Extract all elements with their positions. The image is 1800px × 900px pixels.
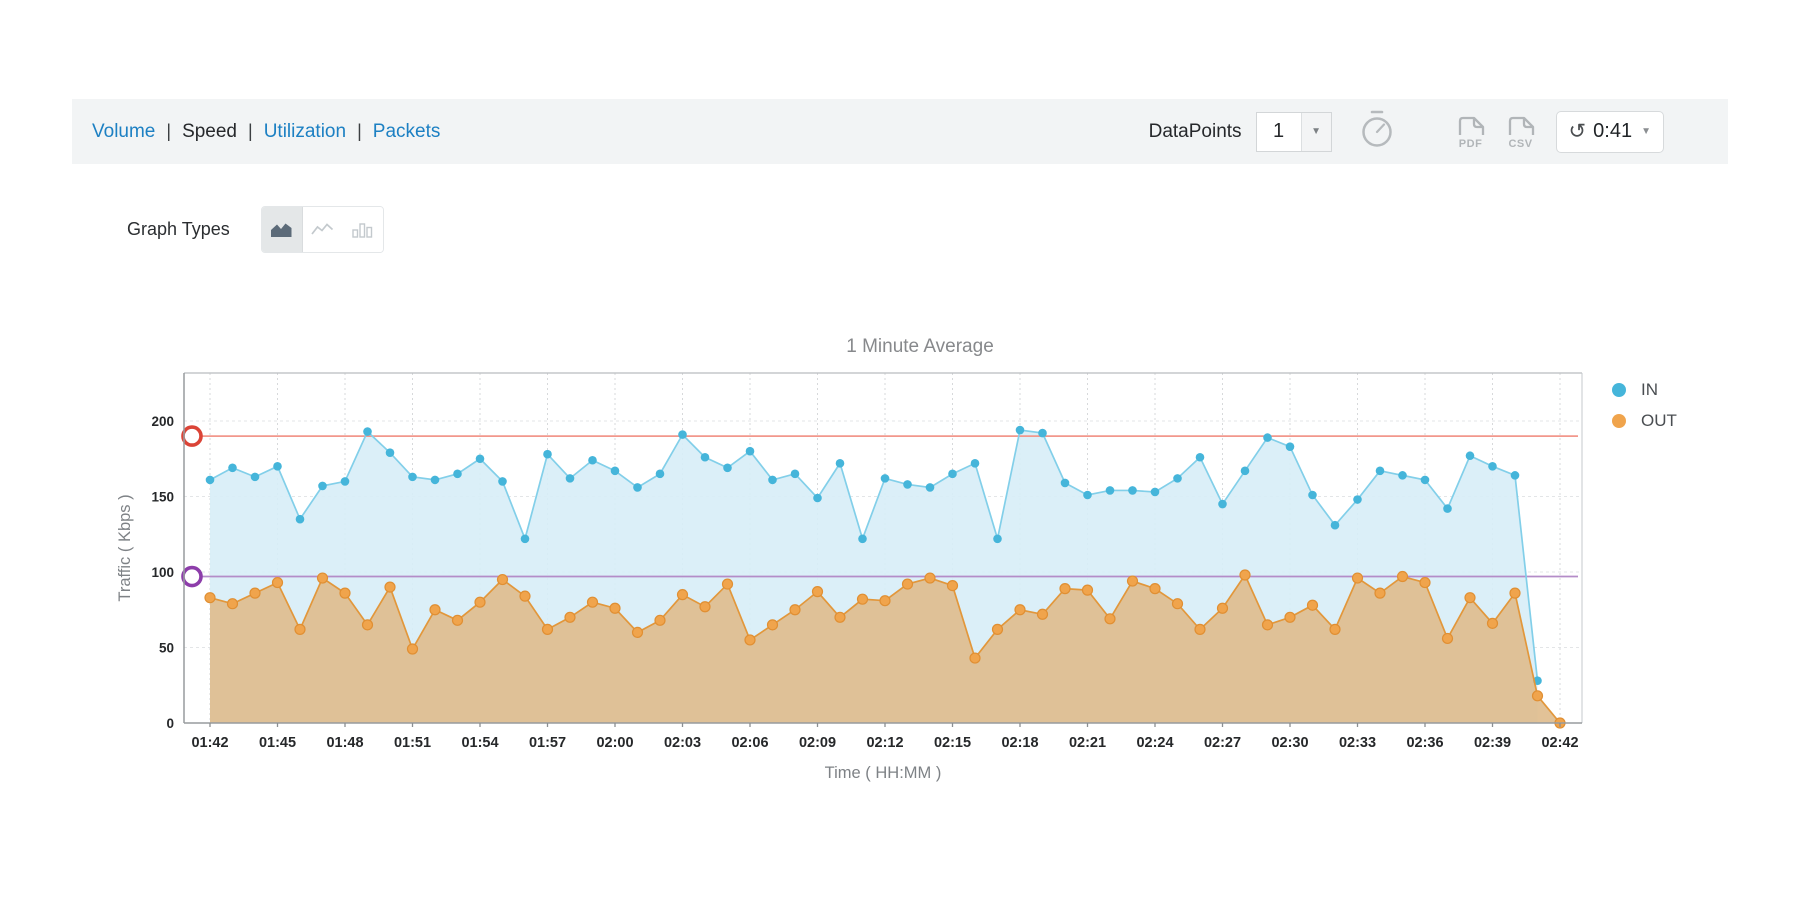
graph-type-area-button[interactable]: [262, 207, 303, 252]
pdf-file-icon: [1454, 113, 1488, 137]
svg-text:01:48: 01:48: [326, 735, 363, 751]
pdf-label: PDF: [1459, 138, 1483, 150]
svg-text:150: 150: [151, 490, 174, 505]
chevron-down-icon: ▼: [1641, 126, 1651, 137]
refresh-interval-button[interactable]: ↺ 0:41 ▼: [1556, 111, 1664, 153]
svg-text:200: 200: [151, 414, 174, 429]
datapoints-value: 1: [1257, 113, 1301, 151]
svg-text:02:03: 02:03: [664, 735, 701, 751]
graph-type-button-group: [261, 206, 384, 253]
tab-separator: |: [357, 121, 362, 142]
svg-text:02:18: 02:18: [1001, 735, 1038, 751]
datapoints-label: DataPoints: [1149, 121, 1242, 143]
svg-text:02:06: 02:06: [731, 735, 768, 751]
svg-text:0: 0: [166, 716, 174, 731]
tab-separator: |: [248, 121, 253, 142]
svg-text:02:33: 02:33: [1339, 735, 1376, 751]
toolbar: Volume | Speed | Utilization | Packets D…: [72, 99, 1728, 164]
svg-text:02:27: 02:27: [1204, 735, 1241, 751]
svg-text:02:39: 02:39: [1474, 735, 1511, 751]
svg-text:Time ( HH:MM ): Time ( HH:MM ): [825, 764, 942, 782]
svg-text:50: 50: [159, 641, 174, 656]
tab-utilization[interactable]: Utilization: [264, 121, 346, 143]
line-chart-icon: [311, 221, 334, 238]
svg-text:02:09: 02:09: [799, 735, 836, 751]
svg-text:01:51: 01:51: [394, 735, 431, 751]
graph-types-label: Graph Types: [127, 219, 230, 240]
svg-text:01:45: 01:45: [259, 735, 296, 751]
tab-packets[interactable]: Packets: [373, 121, 441, 143]
export-csv-button[interactable]: CSV: [1504, 113, 1538, 150]
legend-item-in[interactable]: IN: [1612, 374, 1677, 405]
legend-item-out[interactable]: OUT: [1612, 405, 1677, 436]
legend-dot-out: [1612, 414, 1626, 428]
refresh-countdown: 0:41: [1593, 120, 1632, 143]
area-chart-icon: [270, 221, 293, 238]
svg-text:02:30: 02:30: [1271, 735, 1308, 751]
csv-file-icon: [1504, 113, 1538, 137]
svg-text:100: 100: [151, 565, 174, 580]
datapoints-select[interactable]: 1 ▼: [1256, 112, 1332, 152]
graph-type-line-button[interactable]: [303, 207, 343, 252]
graph-type-bar-button[interactable]: [343, 207, 383, 252]
svg-text:02:15: 02:15: [934, 735, 971, 751]
chevron-down-icon: ▼: [1301, 113, 1331, 151]
svg-text:02:00: 02:00: [596, 735, 633, 751]
csv-label: CSV: [1508, 138, 1532, 150]
svg-text:01:57: 01:57: [529, 735, 566, 751]
chart-legend: IN OUT: [1612, 374, 1677, 436]
legend-label-in: IN: [1641, 380, 1658, 400]
svg-text:02:24: 02:24: [1136, 735, 1173, 751]
legend-label-out: OUT: [1641, 411, 1677, 431]
metric-tabs: Volume | Speed | Utilization | Packets: [92, 121, 440, 143]
legend-dot-in: [1612, 383, 1626, 397]
svg-text:02:42: 02:42: [1541, 735, 1578, 751]
tab-separator: |: [166, 121, 171, 142]
svg-text:02:36: 02:36: [1406, 735, 1443, 751]
tab-volume[interactable]: Volume: [92, 121, 155, 143]
export-pdf-button[interactable]: PDF: [1454, 113, 1488, 150]
svg-text:Traffic ( Kbps ): Traffic ( Kbps ): [116, 494, 134, 601]
svg-text:02:12: 02:12: [866, 735, 903, 751]
graph-types-row: Graph Types: [127, 206, 384, 253]
refresh-icon: ↺: [1569, 121, 1587, 142]
svg-text:01:42: 01:42: [191, 735, 228, 751]
bar-chart-icon: [351, 221, 374, 238]
svg-text:01:54: 01:54: [461, 735, 498, 751]
traffic-area-chart[interactable]: 0 50 100 150 200 01:42 01:45 01:48 01:51 01:54 01:…: [100, 330, 1660, 810]
stopwatch-icon[interactable]: [1358, 108, 1396, 155]
svg-text:02:21: 02:21: [1069, 735, 1106, 751]
tab-speed[interactable]: Speed: [182, 121, 237, 143]
